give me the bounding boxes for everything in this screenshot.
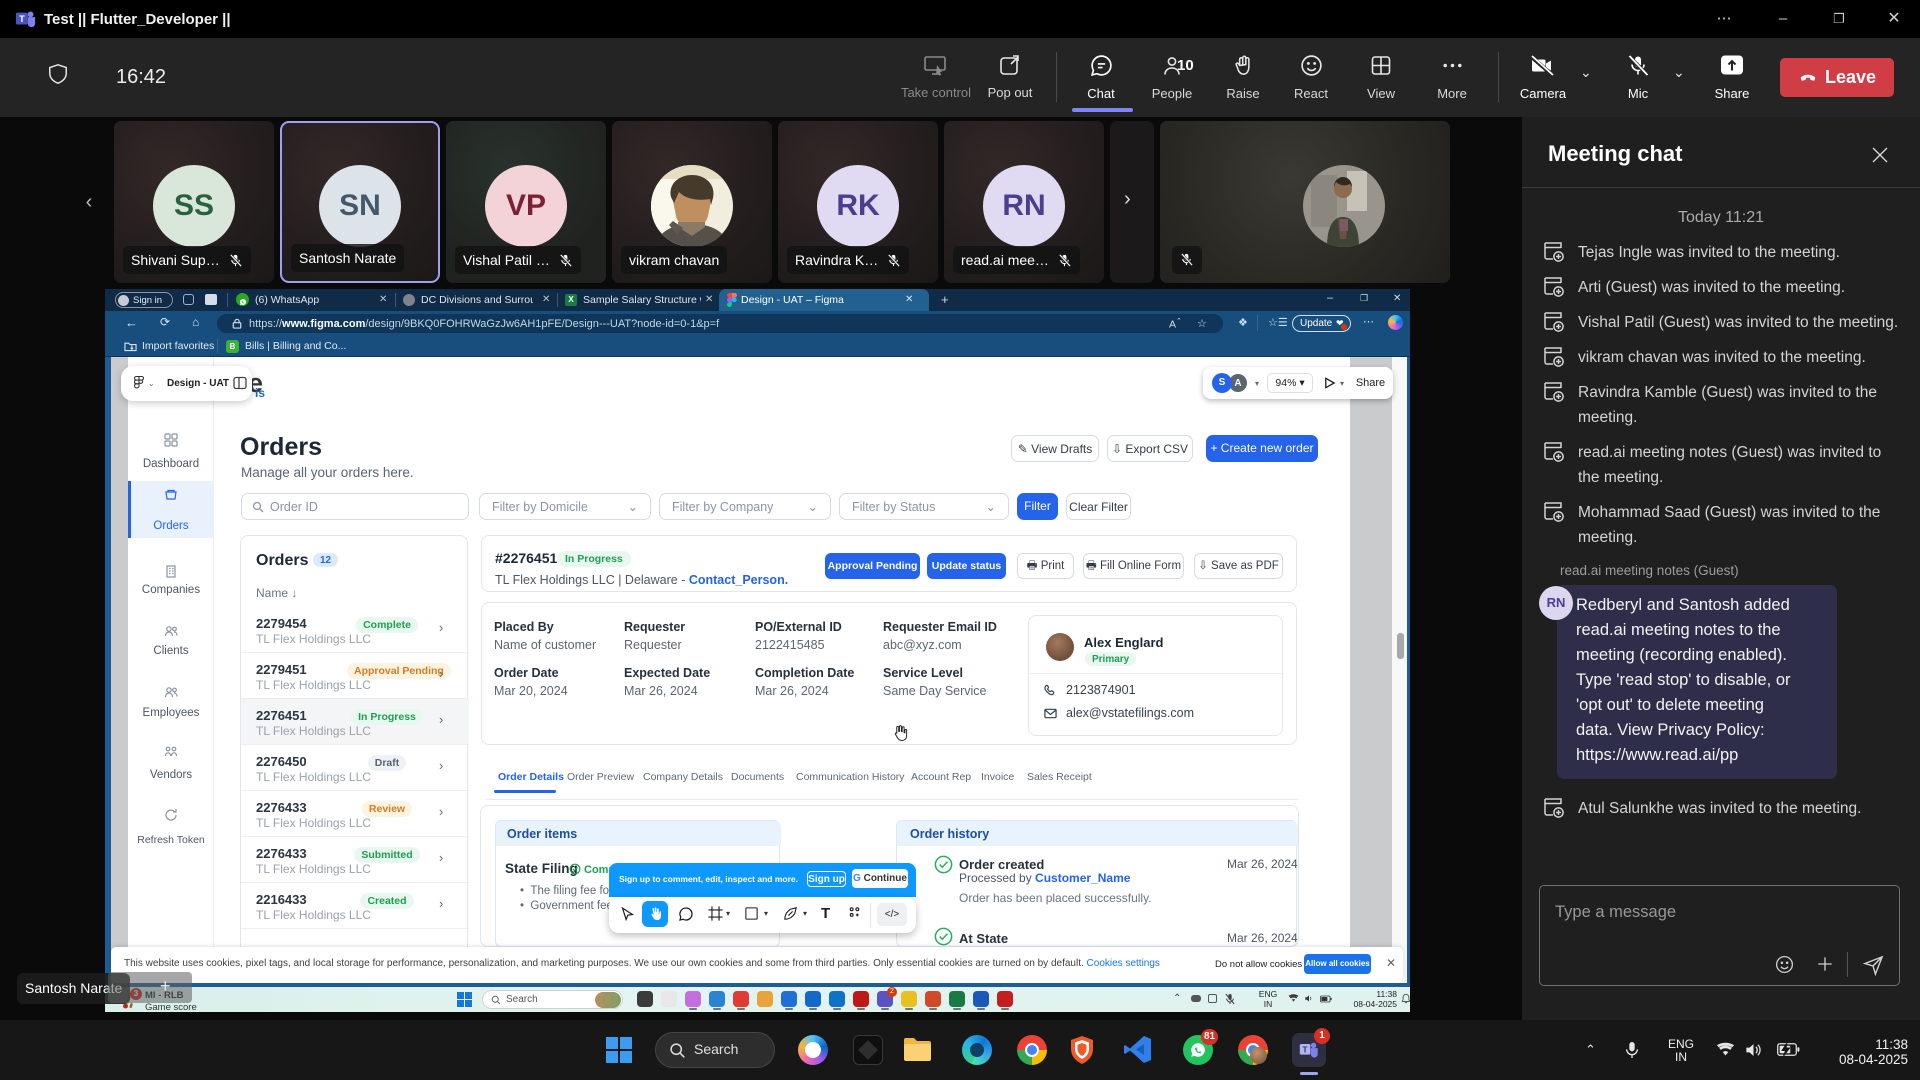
svg-text:T: T — [19, 14, 25, 24]
svg-text:T: T — [1303, 1045, 1308, 1054]
